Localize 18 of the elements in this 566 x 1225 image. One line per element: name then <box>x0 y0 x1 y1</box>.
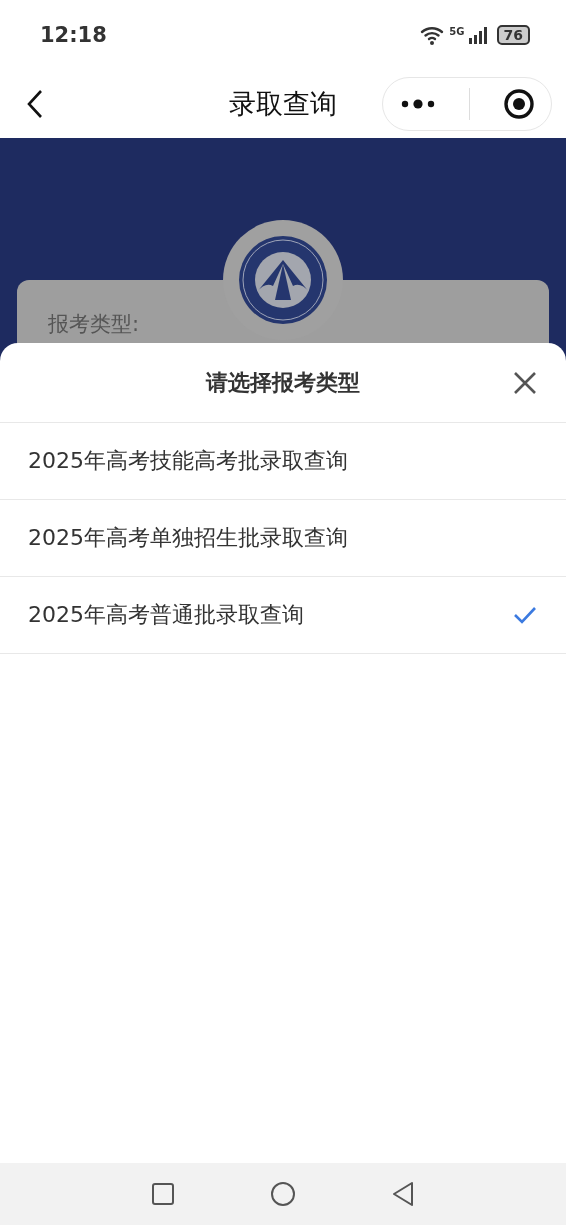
close-app-icon[interactable] <box>502 88 535 120</box>
sheet-title: 请选择报考类型 <box>206 368 360 397</box>
recent-apps-icon[interactable] <box>151 1182 175 1206</box>
back-nav-icon[interactable] <box>391 1181 415 1207</box>
field-label: 报考类型: <box>48 312 140 336</box>
page-title: 录取查询 <box>228 87 338 121</box>
option-item[interactable]: 2025年高考单独招生批录取查询 <box>0 500 566 577</box>
logo-icon <box>237 234 329 326</box>
more-icon[interactable] <box>399 98 436 110</box>
signal-icon <box>467 25 488 45</box>
option-item[interactable]: 2025年高考普通批录取查询 <box>0 577 566 654</box>
close-icon[interactable] <box>513 371 537 395</box>
back-icon[interactable] <box>26 89 44 119</box>
battery-indicator: 76 <box>496 25 530 45</box>
home-icon[interactable] <box>270 1181 296 1207</box>
option-item[interactable]: 2025年高考技能高考批录取查询 <box>0 423 566 500</box>
status-time: 12:18 <box>40 23 107 47</box>
network-label: 5G <box>449 26 465 37</box>
